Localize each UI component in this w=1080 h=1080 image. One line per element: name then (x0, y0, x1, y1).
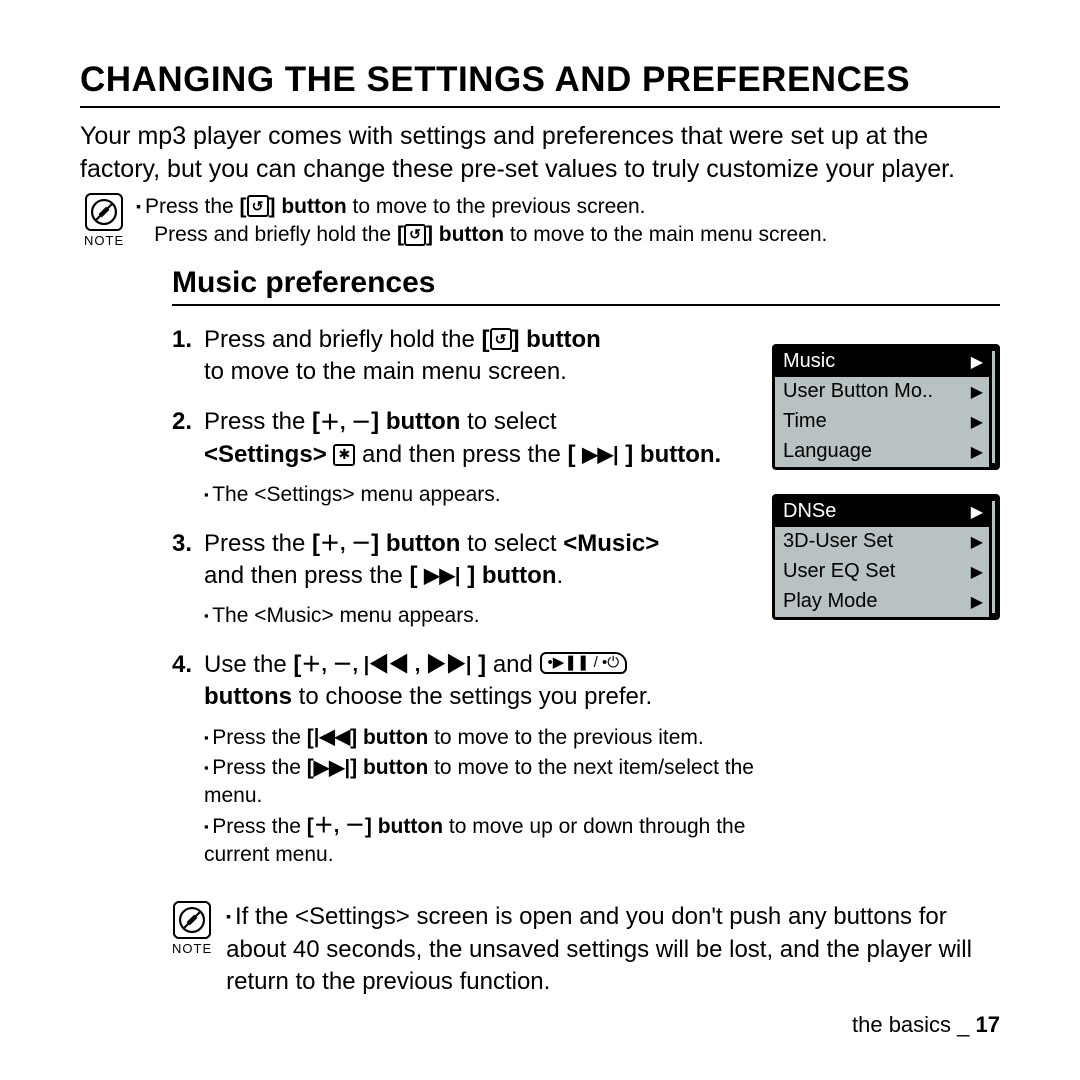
step-4: Use the [＋, －, |◀◀ , ▶▶| ] and •▶❚❚ / •⏻… (172, 649, 754, 870)
menu1-item-2: Language (783, 440, 872, 463)
chevron-right-icon: ▶ (971, 382, 983, 402)
back-icon: ↺ (404, 224, 426, 246)
page-title: CHANGING THE SETTINGS AND PREFERENCES (80, 60, 1000, 108)
step-1: Press and briefly hold the [↺] button to… (172, 324, 754, 389)
chevron-right-icon: ▶ (971, 592, 983, 612)
step-2-sub: The <Settings> menu appears. (204, 481, 754, 509)
music-menu-screenshot: DNSe ▶ 3D-User Set ▶ User EQ Set ▶ Play Mod… (772, 494, 1000, 620)
nav-icons: ＋, －, |◀◀ , ▶▶| (301, 652, 471, 679)
page-footer: the basics _ 17 (852, 1012, 1000, 1038)
note-icon (173, 901, 211, 939)
step-4-sub1: Press the [|◀◀] button to move to the pr… (204, 724, 754, 752)
section-subtitle: Music preferences (172, 266, 1000, 306)
note1-line2: Press and briefly hold the [↺] button to… (154, 221, 1000, 249)
next-icon: ▶▶| (582, 442, 618, 469)
step-4-sub3: Press the [＋, －] button to move up or do… (204, 813, 754, 870)
note-2-text: If the <Settings> screen is open and you… (226, 901, 1000, 998)
note1-line1: Press the [↺] button to move to the prev… (136, 193, 1000, 221)
step-4-sub2: Press the [▶▶|] button to move to the ne… (204, 754, 754, 811)
chevron-right-icon: ▶ (971, 352, 983, 372)
menu1-header: Music (783, 350, 835, 373)
menu2-item-1: User EQ Set (783, 560, 895, 583)
pencil-no-icon (179, 907, 205, 933)
settings-gear-icon: ✱ (333, 444, 355, 466)
play-power-button-icon: •▶❚❚ / •⏻ (540, 652, 628, 674)
menu1-item-1: Time (783, 410, 827, 433)
step-2: Press the [＋, －] button to select <Setti… (172, 406, 754, 509)
menu2-item-0: 3D-User Set (783, 530, 893, 553)
plus-minus-icon: ＋, － (320, 410, 371, 437)
pencil-no-icon (91, 199, 117, 225)
plus-minus-icon: ＋, － (314, 813, 365, 840)
note-block-1: NOTE Press the [↺] button to move to the… (84, 193, 1000, 250)
chevron-right-icon: ▶ (971, 532, 983, 552)
back-icon: ↺ (490, 328, 512, 350)
note-label: NOTE (84, 233, 124, 248)
chevron-right-icon: ▶ (971, 412, 983, 432)
menu2-item-2: Play Mode (783, 590, 878, 613)
menu1-item-0: User Button Mo.. (783, 380, 933, 403)
next-icon: ▶▶| (314, 755, 350, 782)
chevron-right-icon: ▶ (971, 442, 983, 462)
step-3: Press the [＋, －] button to select <Music… (172, 528, 754, 631)
settings-menu-screenshot: Music ▶ User Button Mo.. ▶ Time ▶ Language ▶ (772, 344, 1000, 470)
menu2-header: DNSe (783, 500, 836, 523)
note-label: NOTE (172, 941, 212, 956)
chevron-right-icon: ▶ (971, 502, 983, 522)
chevron-right-icon: ▶ (971, 562, 983, 582)
back-icon: ↺ (247, 195, 269, 217)
prev-icon: |◀◀ (314, 724, 350, 751)
plus-minus-icon: ＋, － (320, 531, 371, 558)
intro-text: Your mp3 player comes with settings and … (80, 120, 1000, 185)
footer-section: the basics _ (852, 1012, 976, 1037)
note-block-2: NOTE If the <Settings> screen is open an… (172, 901, 1000, 998)
next-icon: ▶▶| (424, 563, 460, 590)
step-3-sub: The <Music> menu appears. (204, 602, 754, 630)
note-icon (85, 193, 123, 231)
footer-page-number: 17 (976, 1012, 1000, 1037)
